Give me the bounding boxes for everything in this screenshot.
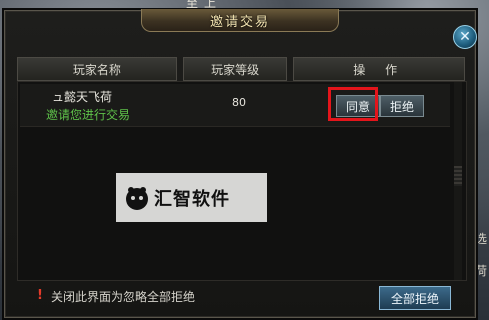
- background-side-text-2: 荷: [474, 264, 487, 278]
- table-header: 玩家名称 玩家等级 操 作: [17, 57, 465, 81]
- close-icon: ✕: [459, 29, 471, 45]
- player-name: ュ懿天飞荷: [52, 90, 113, 104]
- dialog-footer: ! 关闭此界面为忽略全部拒绝 全部拒绝: [17, 281, 465, 311]
- scrollbar[interactable]: [454, 82, 462, 280]
- invite-message: 邀请您进行交易: [46, 108, 131, 122]
- header-player-level: 玩家等级: [182, 57, 288, 81]
- header-action: 操 作: [293, 57, 465, 81]
- dialog-title: 邀请交易: [209, 14, 270, 30]
- close-button[interactable]: ✕: [453, 25, 477, 49]
- player-level: 80: [232, 96, 246, 109]
- warning-icon: !: [37, 288, 43, 303]
- header-player-name: 玩家名称: [17, 57, 177, 81]
- footer-message: 关闭此界面为忽略全部拒绝: [51, 290, 196, 304]
- scrollbar-thumb[interactable]: [454, 166, 462, 186]
- watermark: 汇智软件: [116, 173, 267, 222]
- refuse-button[interactable]: 拒绝: [380, 95, 424, 117]
- refuse-all-button[interactable]: 全部拒绝: [379, 286, 451, 310]
- watermark-text: 汇智软件: [154, 188, 230, 210]
- agree-highlight-box: [328, 87, 378, 121]
- dialog-title-bar: 邀请交易: [141, 9, 339, 32]
- trade-invite-dialog: 邀请交易 ✕ 玩家名称 玩家等级 操 作 ュ懿天飞荷 邀请您进行交易 80 同意…: [4, 9, 477, 318]
- background-side-text-1: 选: [474, 232, 487, 246]
- table-row: ュ懿天飞荷 邀请您进行交易 80 同意 拒绝: [20, 84, 450, 127]
- watermark-logo-icon: [126, 186, 148, 210]
